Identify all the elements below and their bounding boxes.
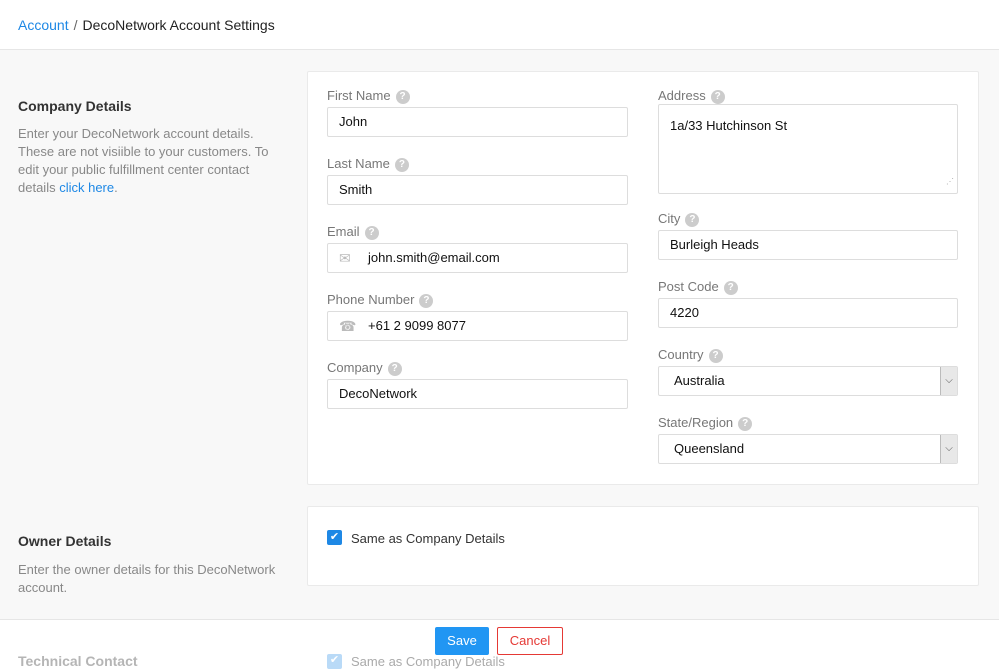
owner-details-description: Enter the owner details for this DecoNet… <box>18 561 280 597</box>
label-text: First Name <box>327 88 391 103</box>
description-end: . <box>114 180 118 195</box>
save-button[interactable]: Save <box>435 627 489 655</box>
help-icon[interactable]: ? <box>709 349 723 363</box>
label-text: Address <box>658 88 706 103</box>
label-text: Country <box>658 347 704 362</box>
city-input[interactable]: Burleigh Heads <box>658 230 958 260</box>
first-name-label: First Name? <box>327 88 410 104</box>
description-text: Enter your DecoNetwork account details. … <box>18 126 269 195</box>
label-text: Email <box>327 224 360 239</box>
state-select[interactable]: Queensland ⌵ <box>658 434 958 464</box>
city-label: City? <box>658 211 699 227</box>
cancel-button[interactable]: Cancel <box>497 627 563 655</box>
label-text: City <box>658 211 680 226</box>
owner-details-title: Owner Details <box>18 533 111 549</box>
state-label: State/Region? <box>658 415 752 431</box>
breadcrumb: Account /DecoNetwork Account Settings <box>18 17 275 33</box>
phone-value: +61 2 9099 8077 <box>368 318 466 333</box>
help-icon[interactable]: ? <box>419 294 433 308</box>
state-value: Queensland <box>674 441 744 456</box>
company-input[interactable]: DecoNetwork <box>327 379 628 409</box>
envelope-icon: ✉ <box>339 244 351 272</box>
first-name-input[interactable]: John <box>327 107 628 137</box>
post-code-input[interactable]: 4220 <box>658 298 958 328</box>
company-details-title: Company Details <box>18 98 132 114</box>
label-text: Company <box>327 360 383 375</box>
chevron-down-icon[interactable]: ⌵ <box>940 435 957 463</box>
last-name-label: Last Name? <box>327 156 409 172</box>
post-code-label: Post Code? <box>658 279 738 295</box>
address-label: Address? <box>658 88 725 104</box>
click-here-link[interactable]: click here <box>59 180 114 195</box>
country-label: Country? <box>658 347 723 363</box>
resize-grip-icon[interactable]: ⋰ <box>946 174 954 190</box>
phone-input[interactable]: ☎ +61 2 9099 8077 <box>327 311 628 341</box>
chevron-down-icon[interactable]: ⌵ <box>940 367 957 395</box>
technical-same-label[interactable]: Same as Company Details <box>351 655 505 668</box>
address-textarea[interactable]: 1a/33 Hutchinson St ⋰ <box>658 104 958 194</box>
breadcrumb-separator: / <box>74 17 78 33</box>
top-bar: Account /DecoNetwork Account Settings <box>0 0 999 50</box>
company-details-description: Enter your DecoNetwork account details. … <box>18 125 280 197</box>
breadcrumb-current: DecoNetwork Account Settings <box>82 17 274 33</box>
phone-icon: ☎ <box>339 312 356 340</box>
address-value: 1a/33 Hutchinson St <box>670 118 787 133</box>
technical-same-checkbox[interactable]: ✔ <box>327 654 342 669</box>
help-icon[interactable]: ? <box>365 226 379 240</box>
country-value: Australia <box>674 373 725 388</box>
label-text: Phone Number <box>327 292 414 307</box>
country-select[interactable]: Australia ⌵ <box>658 366 958 396</box>
label-text: Last Name <box>327 156 390 171</box>
owner-details-card <box>307 506 979 586</box>
last-name-input[interactable]: Smith <box>327 175 628 205</box>
help-icon[interactable]: ? <box>395 158 409 172</box>
email-value: john.smith@email.com <box>368 250 500 265</box>
phone-label: Phone Number? <box>327 292 433 308</box>
help-icon[interactable]: ? <box>724 281 738 295</box>
email-label: Email? <box>327 224 379 240</box>
label-text: State/Region <box>658 415 733 430</box>
help-icon[interactable]: ? <box>711 90 725 104</box>
company-label: Company? <box>327 360 402 376</box>
help-icon[interactable]: ? <box>388 362 402 376</box>
label-text: Post Code <box>658 279 719 294</box>
help-icon[interactable]: ? <box>396 90 410 104</box>
breadcrumb-account-link[interactable]: Account <box>18 17 69 33</box>
same-as-company-label[interactable]: Same as Company Details <box>351 531 505 546</box>
same-as-company-checkbox[interactable]: ✔ <box>327 530 342 545</box>
help-icon[interactable]: ? <box>685 213 699 227</box>
technical-contact-title: Technical Contact <box>18 655 138 668</box>
email-input[interactable]: ✉ john.smith@email.com <box>327 243 628 273</box>
help-icon[interactable]: ? <box>738 417 752 431</box>
